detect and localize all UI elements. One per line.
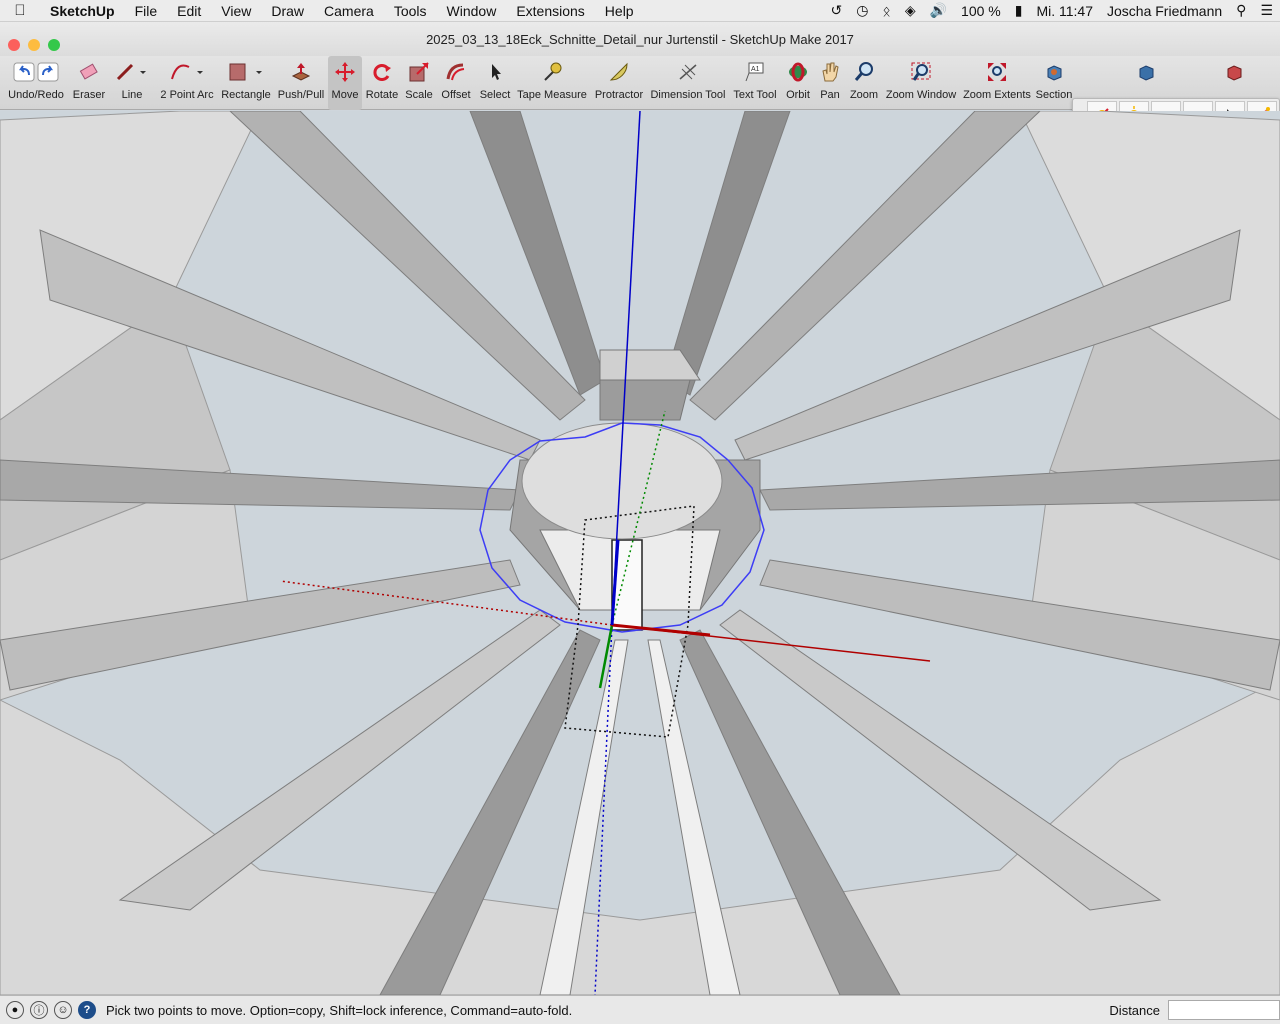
siri-icon[interactable]: ↺ xyxy=(823,2,849,19)
menu-tools[interactable]: Tools xyxy=(384,0,437,22)
tool-eraser[interactable]: Eraser xyxy=(70,56,108,110)
menu-app[interactable]: SketchUp xyxy=(40,0,125,22)
battery-percent[interactable]: 100 % xyxy=(954,3,1008,19)
window-title: 2025_03_13_18Eck_Schnitte_Detail_nur Jur… xyxy=(426,31,854,47)
eraser-icon xyxy=(79,63,98,80)
credits-icon[interactable]: ⓘ xyxy=(30,1001,48,1019)
tape-measure-icon xyxy=(544,62,562,81)
tool-undo-redo[interactable]: Undo/Redo xyxy=(7,56,65,110)
zoom-window-button[interactable] xyxy=(48,39,60,51)
menu-edit[interactable]: Edit xyxy=(167,0,211,22)
bluetooth-icon[interactable]: ᛟ xyxy=(875,3,897,19)
instructor-help-icon[interactable]: ? xyxy=(78,1001,96,1019)
status-hint-text: Pick two points to move. Option=copy, Sh… xyxy=(106,1002,573,1018)
measurements-label: Distance xyxy=(1109,1002,1160,1018)
svg-text:A1: A1 xyxy=(751,66,760,73)
arrow-cursor-icon xyxy=(492,64,501,80)
menu-extensions[interactable]: Extensions xyxy=(506,0,594,22)
menu-file[interactable]: File xyxy=(125,0,168,22)
tool-select[interactable]: Select xyxy=(477,56,513,110)
move-icon xyxy=(335,62,355,82)
tool-line[interactable]: Line xyxy=(113,56,151,110)
tool-pan[interactable]: Pan xyxy=(816,56,844,110)
tool-rotate[interactable]: Rotate xyxy=(364,56,400,110)
warehouse-icon xyxy=(1227,65,1242,81)
rectangle-icon xyxy=(229,63,262,81)
menu-help[interactable]: Help xyxy=(595,0,644,22)
measurements-input[interactable] xyxy=(1168,1000,1280,1020)
dimension-icon xyxy=(679,64,697,80)
model-viewport-canvas[interactable] xyxy=(0,111,1280,995)
menu-bar:  SketchUp File Edit View Draw Camera To… xyxy=(0,0,1280,22)
tool-scale[interactable]: Scale xyxy=(403,56,435,110)
component-icon xyxy=(1139,65,1154,81)
section-icon xyxy=(1047,65,1062,81)
tool-zoom-extents[interactable]: Zoom Extents xyxy=(961,56,1033,110)
menu-view[interactable]: View xyxy=(211,0,261,22)
tool-push-pull[interactable]: Push/Pull xyxy=(277,56,325,110)
drawing-area[interactable] xyxy=(0,111,1280,995)
spotlight-icon[interactable]: ⚲ xyxy=(1229,2,1253,19)
tool-text[interactable]: A1 Text Tool xyxy=(731,56,779,110)
user-account-icon[interactable]: ☺ xyxy=(54,1001,72,1019)
pencil-icon xyxy=(116,63,146,81)
volume-icon[interactable]: 🔊 xyxy=(923,2,954,19)
tool-2-point-arc[interactable]: 2 Point Arc xyxy=(158,56,216,110)
hand-icon xyxy=(822,62,839,82)
menu-camera[interactable]: Camera xyxy=(314,0,384,22)
tool-orbit[interactable]: Orbit xyxy=(782,56,814,110)
close-window-button[interactable] xyxy=(8,39,20,51)
magnifier-icon xyxy=(854,62,873,81)
push-pull-icon xyxy=(291,63,311,81)
geolocation-icon[interactable]: ● xyxy=(6,1001,24,1019)
menu-draw[interactable]: Draw xyxy=(261,0,314,22)
text-icon: A1 xyxy=(745,62,764,82)
menu-window[interactable]: Window xyxy=(437,0,507,22)
notification-center-icon[interactable]: ☰ xyxy=(1253,2,1280,19)
arc-icon xyxy=(171,64,203,80)
apple-menu-icon[interactable]:  xyxy=(0,2,40,19)
tool-protractor[interactable]: Protractor xyxy=(592,56,646,110)
tool-dimension[interactable]: Dimension Tool xyxy=(649,56,727,110)
time-machine-icon[interactable]: ◷ xyxy=(849,2,875,19)
tool-move[interactable]: Move xyxy=(328,56,362,110)
status-bar: ● ⓘ ☺ ? Pick two points to move. Option=… xyxy=(0,995,1280,1024)
status-menu-area: ↺ ◷ ᛟ ◈ 🔊 100 % ▮ Mi. 11:47 Joscha Fried… xyxy=(823,0,1280,22)
zoom-extents-icon xyxy=(988,63,1006,81)
tool-offset[interactable]: Offset xyxy=(438,56,474,110)
tool-tape-measure[interactable]: Tape Measure xyxy=(516,56,588,110)
undo-redo-icon xyxy=(13,62,59,82)
tool-section[interactable]: Section xyxy=(1036,56,1072,110)
tool-zoom-window[interactable]: Zoom Window xyxy=(884,56,958,110)
tool-zoom[interactable]: Zoom xyxy=(847,56,881,110)
offset-icon xyxy=(446,63,465,81)
scale-icon xyxy=(409,62,429,82)
battery-icon[interactable]: ▮ xyxy=(1008,2,1030,19)
rotate-icon xyxy=(373,64,391,81)
window-titlebar: 2025_03_13_18Eck_Schnitte_Detail_nur Jur… xyxy=(0,22,1280,56)
protractor-icon xyxy=(609,62,628,81)
orbit-icon xyxy=(789,62,807,82)
tool-rectangle[interactable]: Rectangle xyxy=(220,56,272,110)
wifi-icon[interactable]: ◈ xyxy=(898,2,923,19)
clock[interactable]: Mi. 11:47 xyxy=(1029,3,1100,19)
user-name[interactable]: Joscha Friedmann xyxy=(1100,3,1229,19)
zoom-window-icon xyxy=(911,62,931,81)
minimize-window-button[interactable] xyxy=(28,39,40,51)
